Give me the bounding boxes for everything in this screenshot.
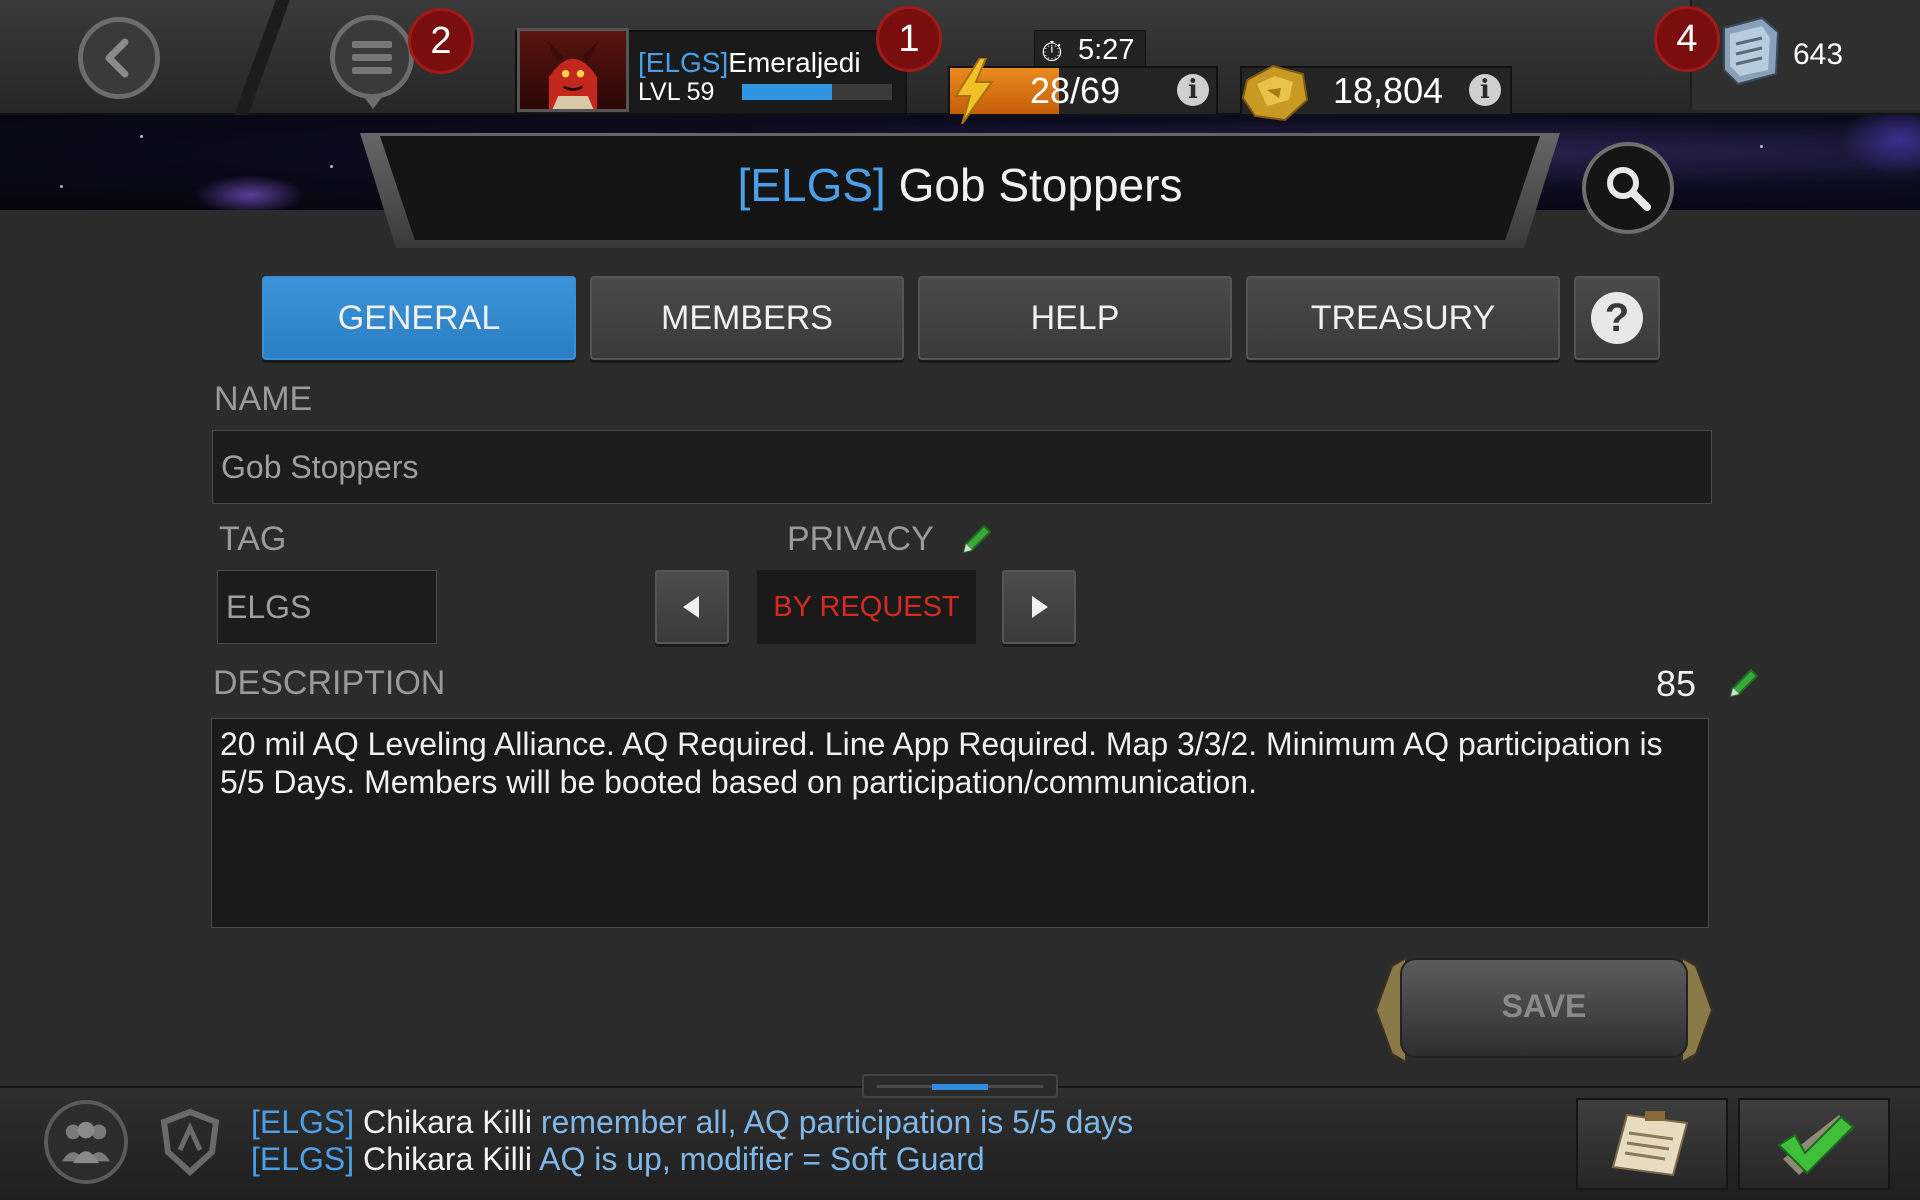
gold-value: 18,804: [1333, 70, 1444, 111]
arrow-left-icon: [683, 596, 699, 618]
chat-text: remember all, AQ participation is 5/5 da…: [540, 1104, 1134, 1140]
alliance-members-button[interactable]: [44, 1100, 128, 1184]
quests-button[interactable]: [1576, 1098, 1728, 1190]
group-icon: [62, 1121, 110, 1164]
search-button[interactable]: [1582, 142, 1674, 234]
champion-portrait-icon: [547, 40, 599, 109]
xp-progress-bar: [742, 84, 892, 100]
units-icon: [1723, 16, 1780, 86]
tag-field[interactable]: ELGS: [217, 570, 437, 644]
chat-message: [ELGS] Chikara Killi remember all, AQ pa…: [251, 1104, 1133, 1141]
tag-label: TAG: [219, 520, 287, 558]
chat-message: [ELGS] Chikara Killi AQ is up, modifier …: [251, 1141, 985, 1178]
profile-level: LVL 59: [638, 78, 715, 106]
privacy-value: BY REQUEST: [757, 570, 976, 644]
save-button-label: SAVE: [1501, 988, 1587, 1024]
units-notification-badge: 4: [1654, 6, 1720, 72]
profile-player-name: Emeraljedi: [728, 47, 861, 78]
confirm-button[interactable]: [1738, 1098, 1890, 1190]
chat-author: Chikara Killi: [363, 1104, 532, 1140]
chat-drawer-indicator: [932, 1084, 988, 1090]
chat-author: Chikara Killi: [363, 1141, 532, 1177]
help-button[interactable]: ?: [1574, 276, 1660, 360]
chat-tag: [ELGS]: [251, 1104, 355, 1140]
name-label: NAME: [214, 380, 313, 418]
tab-help[interactable]: HELP: [918, 276, 1232, 360]
privacy-edit-pencil-icon[interactable]: [958, 522, 994, 558]
search-icon: [1607, 167, 1651, 211]
description-textarea[interactable]: 20 mil AQ Leveling Alliance. AQ Required…: [211, 718, 1709, 928]
name-field[interactable]: Gob Stoppers: [212, 430, 1712, 504]
lightning-bolt-icon: [954, 58, 994, 124]
avatar[interactable]: [517, 28, 629, 112]
energy-timer: 5:27: [1078, 34, 1135, 66]
alliance-shield-icon[interactable]: [158, 1108, 222, 1176]
menu-icon: [352, 38, 392, 77]
clipboard-icon: [1611, 1111, 1689, 1177]
alliance-title-name: Gob Stoppers: [898, 159, 1183, 211]
chevron-left-icon: [105, 38, 129, 78]
privacy-label: PRIVACY: [787, 520, 934, 558]
gold-icon: [1241, 64, 1309, 122]
privacy-prev-button[interactable]: [655, 570, 729, 644]
arrow-right-icon: [1032, 596, 1048, 618]
units-value: 643: [1793, 38, 1844, 71]
profile-name: [ELGS]Emeraljedi: [638, 47, 861, 79]
energy-value: 28/69: [1030, 70, 1121, 111]
privacy-next-button[interactable]: [1002, 570, 1076, 644]
description-edit-pencil-icon[interactable]: [1725, 666, 1761, 702]
profile-alliance-tag: [ELGS]: [638, 47, 729, 78]
menu-button[interactable]: [330, 15, 414, 99]
description-label: DESCRIPTION: [213, 664, 446, 702]
menu-notification-badge: 2: [408, 8, 474, 74]
energy-info-icon[interactable]: i: [1177, 74, 1209, 106]
chat-text: AQ is up, modifier = Soft Guard: [539, 1141, 985, 1177]
checkmark-icon: [1777, 1115, 1855, 1175]
tab-general[interactable]: GENERAL: [262, 276, 576, 360]
stopwatch-icon: ⏱: [1041, 36, 1063, 67]
menu-pointer: [364, 97, 382, 109]
tab-members[interactable]: MEMBERS: [590, 276, 904, 360]
description-char-count: 85: [1656, 663, 1697, 704]
gold-info-icon[interactable]: i: [1469, 74, 1501, 106]
xp-progress-fill: [742, 84, 832, 100]
alliance-title-tag: [ELGS]: [737, 159, 886, 211]
question-mark-icon: ?: [1591, 292, 1643, 344]
profile-notification-badge: 1: [876, 6, 942, 72]
back-button[interactable]: [78, 17, 160, 99]
alliance-title: [ELGS] Gob Stoppers: [380, 158, 1540, 212]
tab-treasury[interactable]: TREASURY: [1246, 276, 1560, 360]
chat-tag: [ELGS]: [251, 1141, 355, 1177]
